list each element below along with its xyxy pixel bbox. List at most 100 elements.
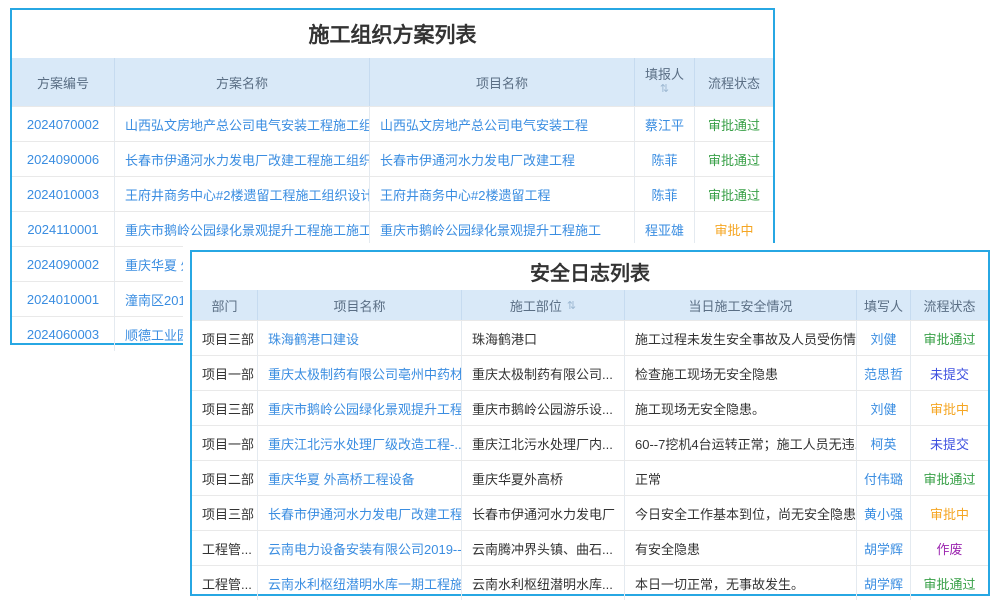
status-badge: 审批通过: [911, 461, 988, 495]
col-header-reporter[interactable]: 填报人 ⇅: [635, 58, 695, 106]
table-row[interactable]: 项目三部 长春市伊通河水力发电厂改建工程 长春市伊通河水力发电厂 今日安全工作基…: [192, 495, 988, 530]
location-cell: 重庆江北污水处理厂内...: [462, 426, 625, 460]
project-name-link[interactable]: 云南水利枢纽潜明水库一期工程施...: [258, 566, 462, 600]
writer-name: 黄小强: [857, 496, 911, 530]
plan-name-link[interactable]: 长春市伊通河水力发电厂改建工程施工组织设计: [115, 142, 370, 176]
log-table-header: 部门 项目名称 施工部位 ⇅ 当日施工安全情况 填写人 流程状态: [192, 290, 988, 320]
col-header-status: 流程状态: [695, 58, 773, 106]
sort-icon[interactable]: ⇅: [567, 299, 576, 312]
table-row[interactable]: 工程管... 云南水利枢纽潜明水库一期工程施... 云南水利枢纽潜明水库... …: [192, 565, 988, 600]
status-badge: 审批通过: [911, 566, 988, 600]
col-header-project-name: 项目名称: [370, 58, 635, 106]
table-row[interactable]: 项目二部 重庆华夏 外高桥工程设备 重庆华夏外高桥 正常 付伟璐 审批通过: [192, 460, 988, 495]
situation-cell: 有安全隐患: [625, 531, 857, 565]
project-name-link[interactable]: 重庆江北污水处理厂级改造工程-...: [258, 426, 462, 460]
status-badge: 未提交: [911, 356, 988, 390]
plan-table-header: 方案编号 方案名称 项目名称 填报人 ⇅ 流程状态: [12, 58, 773, 106]
reporter-name: 陈菲: [635, 142, 695, 176]
location-cell: 云南水利枢纽潜明水库...: [462, 566, 625, 600]
table-row[interactable]: 2024090006 长春市伊通河水力发电厂改建工程施工组织设计 长春市伊通河水…: [12, 141, 773, 176]
col-header-situation: 当日施工安全情况: [625, 290, 857, 320]
situation-cell: 60--7挖机4台运转正常；施工人员无违...: [625, 426, 857, 460]
project-name-link[interactable]: 重庆市鹅岭公园绿化景观提升工程...: [258, 391, 462, 425]
project-name-link[interactable]: 长春市伊通河水力发电厂改建工程: [370, 142, 635, 176]
plan-code[interactable]: 2024090006: [12, 142, 115, 176]
department-cell: 项目二部: [192, 461, 258, 495]
location-cell: 长春市伊通河水力发电厂: [462, 496, 625, 530]
project-name-link[interactable]: 山西弘文房地产总公司电气安装工程: [370, 107, 635, 141]
plan-list-title: 施工组织方案列表: [12, 10, 773, 58]
situation-cell: 施工过程未发生安全事故及人员受伤情况: [625, 321, 857, 355]
project-name-link[interactable]: 长春市伊通河水力发电厂改建工程: [258, 496, 462, 530]
location-cell: 珠海鹤港口: [462, 321, 625, 355]
col-header-department: 部门: [192, 290, 258, 320]
table-row[interactable]: 项目三部 珠海鹤港口建设 珠海鹤港口 施工过程未发生安全事故及人员受伤情况 刘健…: [192, 320, 988, 355]
writer-name: 刘健: [857, 321, 911, 355]
safety-log-window: 安全日志列表 部门 项目名称 施工部位 ⇅ 当日施工安全情况 填写人 流程状态 …: [190, 250, 990, 596]
col-header-location[interactable]: 施工部位 ⇅: [462, 290, 625, 320]
project-name-link[interactable]: 重庆太极制药有限公司亳州中药材...: [258, 356, 462, 390]
plan-code[interactable]: 2024090002: [12, 247, 115, 281]
plan-name-link[interactable]: 山西弘文房地产总公司电气安装工程施工组织...: [115, 107, 370, 141]
situation-cell: 施工现场无安全隐患。: [625, 391, 857, 425]
writer-name: 范思哲: [857, 356, 911, 390]
writer-name: 柯英: [857, 426, 911, 460]
project-name-link[interactable]: 王府井商务中心#2楼遗留工程: [370, 177, 635, 211]
col-header-status: 流程状态: [911, 290, 988, 320]
writer-name: 付伟璐: [857, 461, 911, 495]
project-name-link[interactable]: 重庆市鹅岭公园绿化景观提升工程施工: [370, 212, 635, 246]
department-cell: 工程管...: [192, 566, 258, 600]
situation-cell: 检查施工现场无安全隐患: [625, 356, 857, 390]
situation-cell: 正常: [625, 461, 857, 495]
location-cell: 重庆市鹅岭公园游乐设...: [462, 391, 625, 425]
table-row[interactable]: 2024070002 山西弘文房地产总公司电气安装工程施工组织... 山西弘文房…: [12, 106, 773, 141]
col-header-project-name: 项目名称: [258, 290, 462, 320]
status-badge: 审批通过: [695, 107, 773, 141]
col-header-reporter-label: 填报人: [645, 68, 684, 83]
status-badge: 未提交: [911, 426, 988, 460]
table-row[interactable]: 项目三部 重庆市鹅岭公园绿化景观提升工程... 重庆市鹅岭公园游乐设... 施工…: [192, 390, 988, 425]
department-cell: 项目一部: [192, 426, 258, 460]
status-badge: 作废: [911, 531, 988, 565]
project-name-link[interactable]: 重庆华夏 外高桥工程设备: [258, 461, 462, 495]
situation-cell: 本日一切正常，无事故发生。: [625, 566, 857, 600]
plan-code[interactable]: 2024010003: [12, 177, 115, 211]
safety-log-title: 安全日志列表: [192, 252, 988, 290]
project-name-link[interactable]: 云南电力设备安装有限公司2019--...: [258, 531, 462, 565]
situation-cell: 今日安全工作基本到位，尚无安全隐患...: [625, 496, 857, 530]
col-header-plan-code: 方案编号: [12, 58, 115, 106]
plan-name-link[interactable]: 王府井商务中心#2楼遗留工程施工组织设计: [115, 177, 370, 211]
plan-name-link[interactable]: 重庆市鹅岭公园绿化景观提升工程施工施工组...: [115, 212, 370, 246]
location-cell: 重庆华夏外高桥: [462, 461, 625, 495]
plan-code[interactable]: 2024060003: [12, 317, 115, 351]
table-row[interactable]: 2024110001 重庆市鹅岭公园绿化景观提升工程施工施工组... 重庆市鹅岭…: [12, 211, 773, 246]
project-name-link[interactable]: 珠海鹤港口建设: [258, 321, 462, 355]
status-badge: 审批中: [695, 212, 773, 246]
status-badge: 审批中: [911, 391, 988, 425]
plan-code[interactable]: 2024070002: [12, 107, 115, 141]
sort-icon[interactable]: ⇅: [660, 83, 669, 96]
department-cell: 项目一部: [192, 356, 258, 390]
col-header-writer: 填写人: [857, 290, 911, 320]
status-badge: 审批中: [911, 496, 988, 530]
location-cell: 云南腾冲界头镇、曲石...: [462, 531, 625, 565]
writer-name: 刘健: [857, 391, 911, 425]
reporter-name: 程亚雄: [635, 212, 695, 246]
table-row[interactable]: 项目一部 重庆江北污水处理厂级改造工程-... 重庆江北污水处理厂内... 60…: [192, 425, 988, 460]
department-cell: 项目三部: [192, 391, 258, 425]
writer-name: 胡学辉: [857, 531, 911, 565]
department-cell: 项目三部: [192, 496, 258, 530]
table-row[interactable]: 工程管... 云南电力设备安装有限公司2019--... 云南腾冲界头镇、曲石.…: [192, 530, 988, 565]
location-cell: 重庆太极制药有限公司...: [462, 356, 625, 390]
status-badge: 审批通过: [911, 321, 988, 355]
reporter-name: 蔡江平: [635, 107, 695, 141]
col-header-location-label: 施工部位: [510, 296, 562, 315]
plan-code[interactable]: 2024110001: [12, 212, 115, 246]
department-cell: 项目三部: [192, 321, 258, 355]
writer-name: 胡学辉: [857, 566, 911, 600]
reporter-name: 陈菲: [635, 177, 695, 211]
plan-code[interactable]: 2024010001: [12, 282, 115, 316]
table-row[interactable]: 项目一部 重庆太极制药有限公司亳州中药材... 重庆太极制药有限公司... 检查…: [192, 355, 988, 390]
table-row[interactable]: 2024010003 王府井商务中心#2楼遗留工程施工组织设计 王府井商务中心#…: [12, 176, 773, 211]
col-header-plan-name: 方案名称: [115, 58, 370, 106]
